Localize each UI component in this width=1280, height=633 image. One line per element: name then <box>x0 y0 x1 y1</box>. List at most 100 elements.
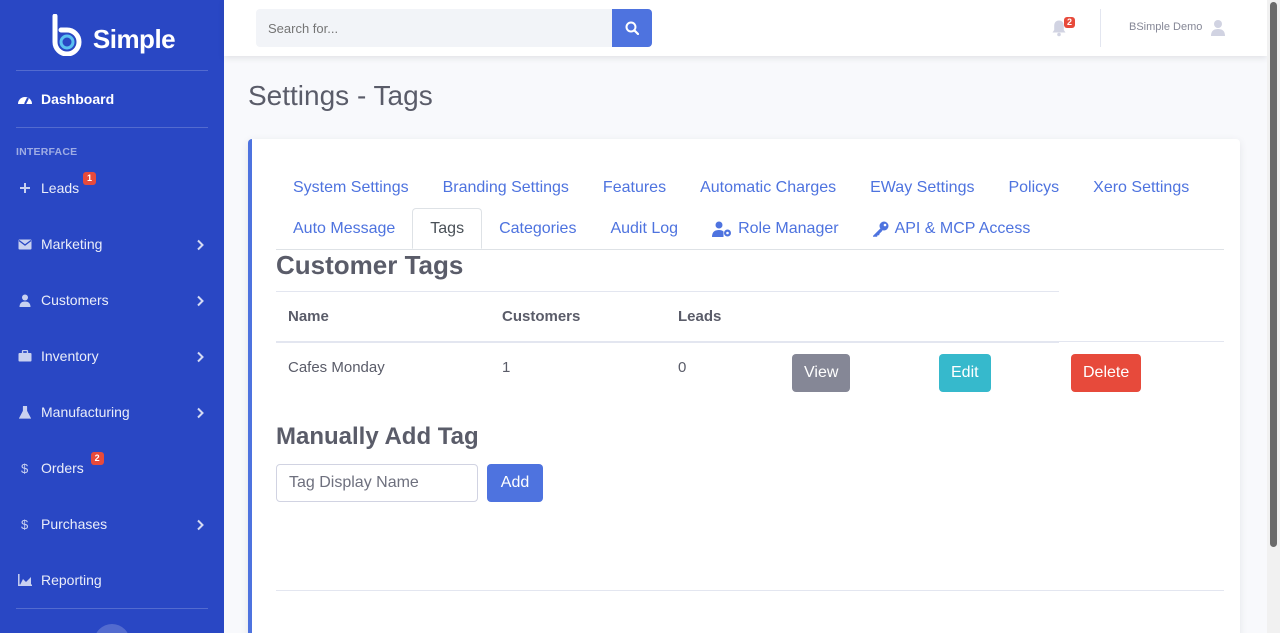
view-cell: View <box>780 342 927 404</box>
svg-text:$: $ <box>21 517 29 531</box>
tab-automatic-charges[interactable]: Automatic Charges <box>683 167 853 208</box>
add-tag-button[interactable]: Add <box>487 464 543 502</box>
sidebar-item-label: Purchases <box>41 516 108 532</box>
sidebar-item-marketing[interactable]: Marketing <box>0 216 224 272</box>
sidebar-item-customers[interactable]: Customers <box>0 272 224 328</box>
column-header-edit <box>927 291 1059 343</box>
tag-leads-cell: 0 <box>678 358 687 376</box>
customer-tags-title: Customer Tags <box>276 250 464 280</box>
tab-label: Auto Message <box>293 220 396 237</box>
column-header-name: Name <box>276 291 490 343</box>
dollar-icon: $ <box>16 461 34 475</box>
add-tag-title: Manually Add Tag <box>276 423 479 450</box>
brand-logo[interactable]: Simple <box>0 0 224 70</box>
envelope-icon <box>16 237 34 251</box>
delete-button[interactable]: Delete <box>1071 353 1142 392</box>
column-header-delete <box>1059 291 1224 342</box>
column-header-customers: Customers <box>490 291 666 343</box>
logo-icon <box>52 14 82 56</box>
tab-label: Role Manager <box>738 220 839 237</box>
chevron-right-icon <box>194 294 206 307</box>
user-icon <box>16 293 34 307</box>
tab-system-settings[interactable]: System Settings <box>276 167 426 208</box>
tab-label: Categories <box>499 220 577 237</box>
sidebar-item-label: Marketing <box>41 236 103 252</box>
count-badge: 2 <box>90 452 104 465</box>
tab-auto-message[interactable]: Auto Message <box>276 208 412 249</box>
sidebar-item-purchases[interactable]: $ Purchases <box>0 496 224 552</box>
tab-categories[interactable]: Categories <box>482 208 593 249</box>
sidebar-item-orders[interactable]: $ Orders 2 <box>0 440 224 496</box>
chevron-right-icon <box>194 238 206 251</box>
tab-label: API & MCP Access <box>894 220 1031 237</box>
sidebar-item-label: Orders <box>41 460 84 476</box>
tachometer-icon <box>16 92 34 106</box>
sidebar: Simple Dashboard INTERFACE Leads 1 Marketi… <box>0 0 224 633</box>
sidebar-item-manufacturing[interactable]: Manufacturing <box>0 384 224 440</box>
topbar: 2 BSimple Demo <box>224 0 1267 56</box>
sidebar-item-label: Manufacturing <box>41 404 130 420</box>
table-row: Cafes Monday 1 0 View Edit Delete <box>276 342 1224 404</box>
settings-card: System Settings Branding Settings Features… <box>248 139 1240 633</box>
tag-customers-cell: 1 <box>502 358 511 376</box>
alerts-badge: 2 <box>1064 17 1076 28</box>
key-icon <box>872 221 889 237</box>
sidebar-item-label: Inventory <box>41 348 99 364</box>
briefcase-icon <box>16 349 34 363</box>
sidebar-item-dashboard[interactable]: Dashboard <box>0 71 224 127</box>
sidebar-item-leads[interactable]: Leads 1 <box>0 160 224 216</box>
column-header-view <box>780 291 927 343</box>
search-input[interactable] <box>256 9 612 47</box>
sidebar-divider <box>16 608 208 609</box>
chevron-right-icon <box>194 406 206 419</box>
sidebar-item-label: Customers <box>41 292 109 308</box>
chevron-right-icon <box>194 350 206 363</box>
scrollbar[interactable] <box>1267 0 1280 633</box>
plus-icon <box>16 181 34 195</box>
tab-policys[interactable]: Policys <box>991 167 1076 208</box>
tab-audit-log[interactable]: Audit Log <box>593 208 695 249</box>
chart-area-icon <box>16 573 34 587</box>
user-name[interactable]: BSimple Demo <box>1129 21 1202 33</box>
sidebar-item-reporting[interactable]: Reporting <box>0 552 224 608</box>
sidebar-heading: INTERFACE <box>16 146 78 158</box>
search-button[interactable] <box>612 9 652 47</box>
sidebar-item-inventory[interactable]: Inventory <box>0 328 224 384</box>
tab-features[interactable]: Features <box>586 167 683 208</box>
tag-name-cell: Cafes Monday <box>288 358 385 376</box>
tab-label: Tags <box>430 220 465 237</box>
tab-role-manager[interactable]: Role Manager <box>695 208 856 249</box>
edit-cell: Edit <box>927 342 1059 404</box>
user-avatar-icon[interactable] <box>1210 19 1226 36</box>
search-form <box>256 9 652 47</box>
sidebar-item-label: Dashboard <box>41 91 115 107</box>
tab-api-mcp-access[interactable]: API & MCP Access <box>856 208 1048 249</box>
view-button[interactable]: View <box>792 354 851 392</box>
tab-eway-settings[interactable]: EWay Settings <box>853 167 991 208</box>
count-badge: 1 <box>83 172 97 185</box>
tags-table: Name Customers Leads Cafes Monday 1 0 View E… <box>276 291 1224 404</box>
tab-tags[interactable]: Tags <box>412 208 483 249</box>
tabs-row: Auto Message Tags Categories Audit Log Role … <box>276 208 1047 249</box>
chevron-right-icon <box>194 518 206 531</box>
brand-name: Simple <box>92 23 176 54</box>
edit-button[interactable]: Edit <box>939 354 991 392</box>
tag-display-name-input[interactable] <box>276 464 478 502</box>
sidebar-item-label: Leads <box>41 180 80 196</box>
svg-text:$: $ <box>21 461 29 475</box>
tab-xero-settings[interactable]: Xero Settings <box>1076 167 1206 208</box>
tab-label: Audit Log <box>610 220 679 237</box>
scrollbar-thumb[interactable] <box>1270 2 1277 547</box>
table-header-row: Name Customers Leads <box>276 291 1224 343</box>
dollar-icon: $ <box>16 517 34 531</box>
tabs-row: System Settings Branding Settings Features… <box>276 167 1206 208</box>
delete-cell: Delete <box>1059 342 1224 404</box>
flask-icon <box>16 405 34 419</box>
tab-branding-settings[interactable]: Branding Settings <box>426 167 586 208</box>
card-divider <box>276 590 1224 591</box>
user-cog-icon <box>712 221 732 237</box>
page-title: Settings - Tags <box>248 80 433 111</box>
topbar-divider <box>1100 9 1101 47</box>
column-header-leads: Leads <box>666 291 780 343</box>
sidebar-toggle-button[interactable] <box>94 624 130 633</box>
